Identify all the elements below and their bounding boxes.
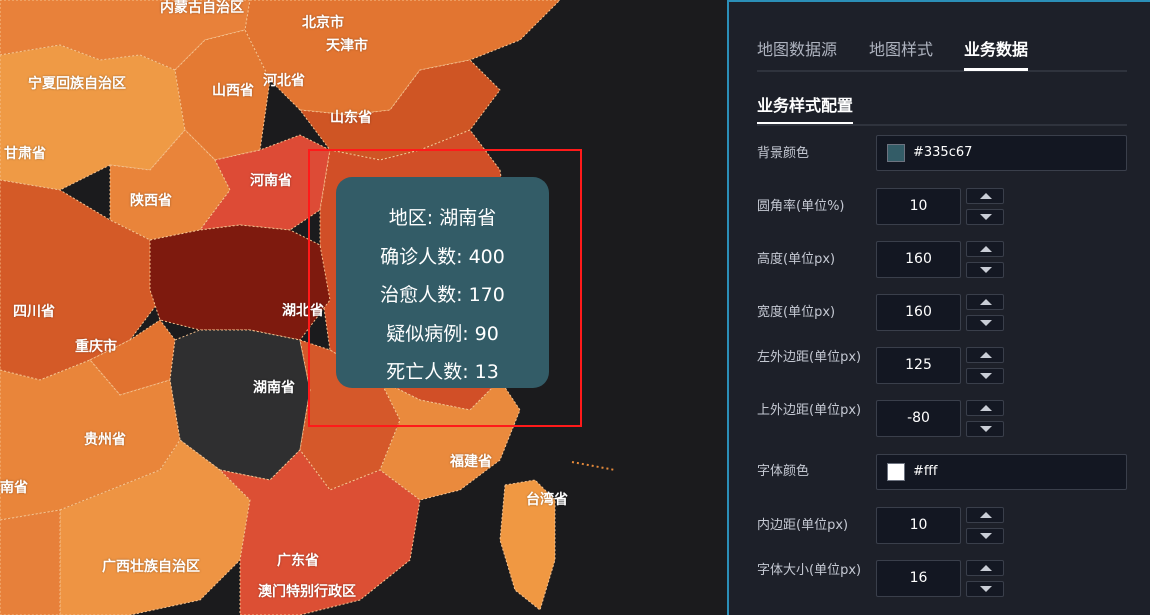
caret-up-icon <box>980 405 992 411</box>
font-size-input[interactable]: 16 <box>876 560 961 597</box>
caret-up-icon <box>980 352 992 358</box>
caret-down-icon <box>980 320 992 326</box>
map-canvas[interactable]: 内蒙古自治区 北京市 天津市 宁夏回族自治区 山西省 河北省 山东省 甘肃省 河… <box>0 0 727 615</box>
caret-up-icon <box>980 246 992 252</box>
font-color-value: #fff <box>913 464 938 479</box>
label-yunnan: 南省 <box>0 480 28 496</box>
caret-down-icon <box>980 267 992 273</box>
label-macau-hk: 澳门特别行政区 <box>258 584 356 600</box>
tooltip-confirmed: 确诊人数: 400 <box>380 245 505 268</box>
font-size-decrement-button[interactable] <box>966 581 1004 597</box>
background-color-value: #335c67 <box>913 145 973 160</box>
padding-label: 内边距(单位px) <box>757 518 849 533</box>
label-chongqing: 重庆市 <box>75 339 117 355</box>
label-gansu: 甘肃省 <box>4 146 46 162</box>
section-divider <box>757 124 1127 126</box>
caret-up-icon <box>980 565 992 571</box>
font-size-increment-button[interactable] <box>966 560 1004 576</box>
height-label: 高度(单位px) <box>757 252 836 267</box>
border-radius-stepper <box>966 188 1004 225</box>
caret-up-icon <box>980 193 992 199</box>
font-size-stepper <box>966 560 1004 597</box>
caret-up-icon <box>980 512 992 518</box>
margin-top-increment-button[interactable] <box>966 400 1004 416</box>
caret-down-icon <box>980 586 992 592</box>
background-color-field[interactable]: #335c67 <box>876 135 1127 171</box>
width-stepper <box>966 294 1004 331</box>
margin-top-decrement-button[interactable] <box>966 421 1004 437</box>
map-tooltip: 地区: 湖南省 确诊人数: 400 治愈人数: 170 疑似病例: 90 死亡人… <box>336 177 549 388</box>
padding-input[interactable]: 10 <box>876 507 961 544</box>
background-color-label: 背景颜色 <box>757 146 810 161</box>
width-input[interactable]: 160 <box>876 294 961 331</box>
font-size-label: 字体大小(单位px) <box>757 563 862 578</box>
caret-down-icon <box>980 214 992 220</box>
margin-top-label: 上外边距(单位px) <box>757 403 862 418</box>
width-label: 宽度(单位px) <box>757 305 836 320</box>
padding-increment-button[interactable] <box>966 507 1004 523</box>
border-radius-decrement-button[interactable] <box>966 209 1004 225</box>
label-guangxi: 广西壮族自治区 <box>102 559 200 575</box>
height-increment-button[interactable] <box>966 241 1004 257</box>
tooltip-region: 地区: 湖南省 <box>388 207 497 229</box>
margin-left-increment-button[interactable] <box>966 347 1004 363</box>
caret-down-icon <box>980 533 992 539</box>
label-sichuan: 四川省 <box>13 304 55 320</box>
font-color-field[interactable]: #fff <box>876 454 1127 490</box>
label-beijing: 北京市 <box>302 15 344 31</box>
settings-panel: 地图数据源 地图样式 业务数据 业务样式配置 背景颜色 #335c67 圆角率(… <box>729 0 1150 615</box>
panel-top-edge <box>729 0 1150 2</box>
margin-top-input[interactable]: -80 <box>876 400 961 437</box>
background-color-swatch[interactable] <box>887 144 905 162</box>
tab-map-datasource[interactable]: 地图数据源 <box>757 36 837 68</box>
margin-left-label: 左外边距(单位px) <box>757 350 862 365</box>
label-henan: 河南省 <box>250 173 292 189</box>
caret-down-icon <box>980 426 992 432</box>
label-ningxia: 宁夏回族自治区 <box>28 76 126 92</box>
tooltip-suspected: 疑似病例: 90 <box>386 322 499 345</box>
label-guangdong: 广东省 <box>277 553 319 569</box>
label-neimenggu: 内蒙古自治区 <box>160 0 244 16</box>
label-hunan: 湖南省 <box>253 380 295 396</box>
label-guizhou: 贵州省 <box>84 432 126 448</box>
border-radius-input[interactable]: 10 <box>876 188 961 225</box>
label-hebei: 河北省 <box>263 73 305 89</box>
label-shandong: 山东省 <box>330 110 372 126</box>
tooltip-deaths: 死亡人数: 13 <box>386 361 499 383</box>
label-fujian: 福建省 <box>450 454 492 470</box>
border-radius-increment-button[interactable] <box>966 188 1004 204</box>
width-decrement-button[interactable] <box>966 315 1004 331</box>
label-tianjin: 天津市 <box>326 38 368 54</box>
font-color-swatch[interactable] <box>887 463 905 481</box>
height-decrement-button[interactable] <box>966 262 1004 278</box>
caret-down-icon <box>980 373 992 379</box>
caret-up-icon <box>980 299 992 305</box>
tab-map-style[interactable]: 地图样式 <box>869 36 933 68</box>
margin-left-stepper <box>966 347 1004 384</box>
margin-left-input[interactable]: 125 <box>876 347 961 384</box>
height-stepper <box>966 241 1004 278</box>
margin-left-decrement-button[interactable] <box>966 368 1004 384</box>
label-shaanxi: 陕西省 <box>130 193 172 209</box>
padding-stepper <box>966 507 1004 544</box>
label-taiwan: 台湾省 <box>526 492 568 508</box>
section-title: 业务样式配置 <box>757 92 854 125</box>
width-increment-button[interactable] <box>966 294 1004 310</box>
margin-top-stepper <box>966 400 1004 437</box>
padding-decrement-button[interactable] <box>966 528 1004 544</box>
label-shanxi: 山西省 <box>212 83 254 99</box>
height-input[interactable]: 160 <box>876 241 961 278</box>
tooltip-cured: 治愈人数: 170 <box>380 284 505 306</box>
tab-bar: 地图数据源 地图样式 业务数据 <box>757 26 1127 72</box>
tab-business-data[interactable]: 业务数据 <box>964 36 1029 71</box>
border-radius-label: 圆角率(单位%) <box>757 199 845 214</box>
font-color-label: 字体颜色 <box>757 464 810 479</box>
